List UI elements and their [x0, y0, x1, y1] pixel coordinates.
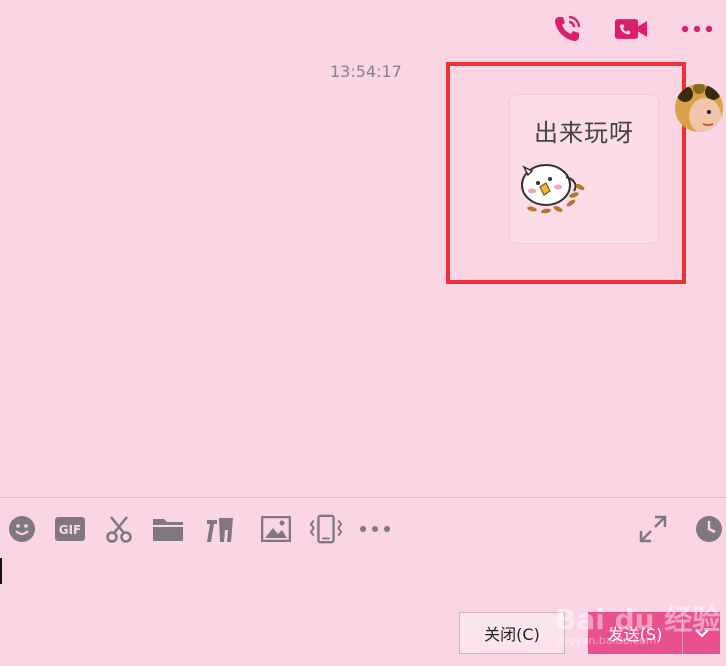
phone-call-icon[interactable] — [550, 12, 584, 46]
history-icon[interactable] — [692, 512, 726, 546]
font-icon[interactable] — [203, 512, 237, 546]
chevron-down-icon — [694, 629, 709, 638]
send-button[interactable]: 发送(S) — [588, 612, 682, 654]
close-button[interactable]: 关闭(C) — [459, 612, 565, 654]
shake-icon[interactable] — [309, 512, 343, 546]
svg-text:GIF: GIF — [59, 523, 82, 537]
input-toolbar: GIF — [0, 512, 726, 546]
avatar[interactable] — [675, 84, 723, 132]
scissors-icon[interactable] — [102, 512, 136, 546]
video-call-icon[interactable] — [614, 12, 648, 46]
gif-icon[interactable]: GIF — [53, 512, 87, 546]
message-input[interactable] — [0, 552, 726, 602]
text-cursor — [0, 558, 2, 584]
send-options-button[interactable] — [682, 612, 720, 654]
folder-icon[interactable] — [151, 512, 185, 546]
more-tools-icon[interactable] — [358, 512, 392, 546]
highlight-frame — [446, 62, 686, 284]
chat-header — [0, 0, 726, 58]
emoji-icon[interactable] — [5, 512, 39, 546]
more-icon[interactable] — [680, 12, 714, 46]
input-divider — [0, 497, 726, 498]
message-timestamp: 13:54:17 — [330, 62, 402, 81]
image-icon[interactable] — [259, 512, 293, 546]
expand-icon[interactable] — [636, 512, 670, 546]
